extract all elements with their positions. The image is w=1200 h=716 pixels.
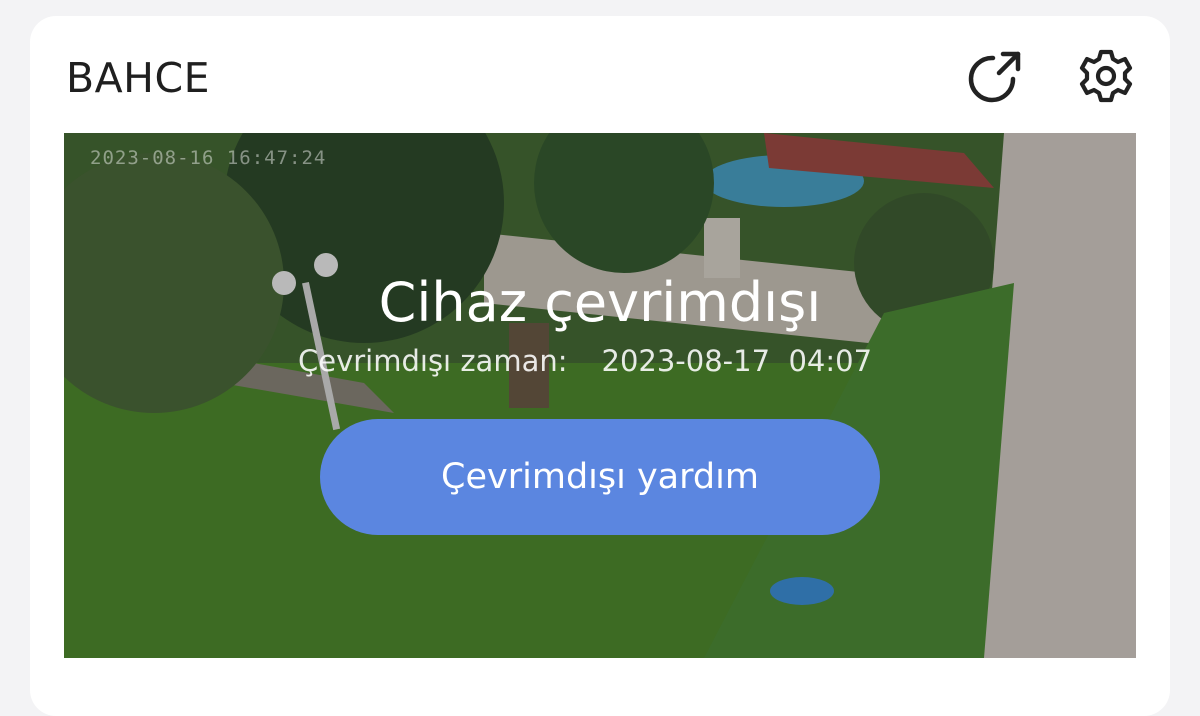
camera-timestamp: 2023-08-16 16:47:24: [90, 147, 327, 169]
camera-preview[interactable]: 2023-08-16 16:47:24 Cihaz çevrimdışı Çev…: [64, 133, 1136, 658]
offline-time-value: 2023-08-17 04:07: [601, 344, 873, 378]
share-button[interactable]: [964, 44, 1028, 108]
camera-card: BAHCE 2023-08-16 16:47:24 Cihaz çevrimdı…: [30, 16, 1170, 716]
offline-dim-overlay: [64, 133, 1136, 658]
offline-time-label: Çevrimdışı zaman:: [298, 344, 568, 378]
offline-time-row: Çevrimdışı zaman: 2023-08-17 04:07: [298, 344, 872, 378]
camera-title: BAHCE: [66, 54, 211, 102]
offline-status-title: Cihaz çevrimdışı: [378, 271, 822, 334]
share-external-icon: [968, 51, 1021, 103]
settings-button[interactable]: [1074, 44, 1138, 108]
offline-help-button[interactable]: Çevrimdışı yardım: [320, 419, 880, 535]
gear-icon: [1079, 49, 1133, 103]
